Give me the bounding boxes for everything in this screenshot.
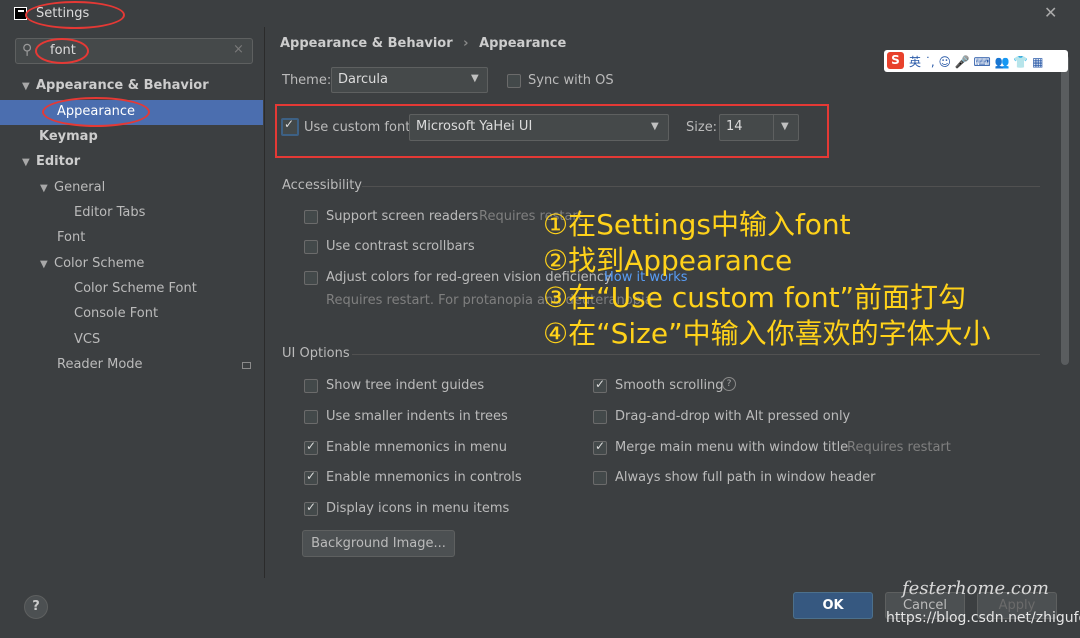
sidebar-item-general[interactable]: ▼ General bbox=[40, 180, 105, 195]
drag-drop-alt-label: Drag-and-drop with Alt pressed only bbox=[615, 409, 851, 424]
icons-menu-items-label: Display icons in menu items bbox=[326, 501, 510, 516]
full-path-header-checkbox[interactable] bbox=[593, 471, 607, 485]
ime-logo-icon: S bbox=[887, 52, 904, 69]
icons-menu-items-checkbox[interactable] bbox=[304, 500, 318, 516]
sidebar-item-keymap[interactable]: Keymap bbox=[39, 129, 98, 144]
contrast-scrollbars-checkbox[interactable] bbox=[304, 240, 318, 254]
mnemonics-menu-label: Enable mnemonics in menu bbox=[326, 440, 507, 455]
smooth-scrolling-label: Smooth scrolling bbox=[615, 378, 724, 393]
full-path-header-label: Always show full path in window header bbox=[615, 470, 876, 485]
smaller-indents-label: Use smaller indents in trees bbox=[326, 409, 508, 424]
annotation-step-1: ①在Settings中输入font bbox=[543, 208, 851, 241]
project-settings-icon bbox=[242, 362, 251, 369]
sync-os-label: Sync with OS bbox=[528, 73, 614, 88]
highlight-box-font bbox=[275, 104, 829, 158]
smaller-indents-checkbox[interactable] bbox=[304, 410, 318, 424]
theme-value: Darcula bbox=[338, 72, 389, 87]
drag-drop-alt-checkbox[interactable] bbox=[593, 410, 607, 424]
mnemonics-menu-checkbox[interactable] bbox=[304, 439, 318, 455]
sidebar-item-font[interactable]: Font bbox=[57, 230, 85, 245]
adjust-colors-checkbox[interactable] bbox=[304, 271, 318, 285]
sidebar-item-color-scheme-font[interactable]: Color Scheme Font bbox=[74, 281, 197, 296]
chevron-down-icon: ▼ bbox=[471, 73, 479, 84]
help-button[interactable]: ? bbox=[24, 595, 48, 619]
accessibility-section-title: Accessibility bbox=[282, 178, 362, 193]
mnemonics-controls-label: Enable mnemonics in controls bbox=[326, 470, 522, 485]
close-icon[interactable]: ✕ bbox=[1044, 3, 1057, 22]
breadcrumb-separator: › bbox=[463, 36, 469, 51]
sidebar-item-appearance-behavior[interactable]: ▼ Appearance & Behavior bbox=[22, 78, 209, 93]
merge-main-menu-checkbox[interactable] bbox=[593, 439, 607, 455]
ui-options-section-title: UI Options bbox=[282, 346, 350, 361]
chevron-down-icon: ▼ bbox=[22, 157, 30, 168]
clear-search-icon[interactable]: × bbox=[233, 42, 244, 57]
theme-label: Theme: bbox=[282, 73, 332, 88]
ok-button[interactable]: OK bbox=[793, 592, 873, 619]
watermark-url: https://blog.csdn.net/zhigufgu bbox=[886, 610, 1080, 626]
merge-main-menu-hint: Requires restart bbox=[847, 440, 951, 455]
sidebar-item-editor[interactable]: ▼ Editor bbox=[22, 154, 80, 169]
annotation-step-4: ④在“Size”中输入你喜欢的字体大小 bbox=[543, 317, 991, 350]
highlight-ellipse-search bbox=[35, 38, 89, 64]
screen-readers-checkbox[interactable] bbox=[304, 210, 318, 224]
watermark-handwritten: festerhome.com bbox=[902, 578, 1049, 599]
sidebar-item-console-font[interactable]: Console Font bbox=[74, 306, 158, 321]
sidebar-item-color-scheme[interactable]: ▼ Color Scheme bbox=[40, 256, 144, 271]
annotation-step-2: ②找到Appearance bbox=[543, 244, 793, 277]
sidebar-item-vcs[interactable]: VCS bbox=[74, 332, 100, 347]
sidebar-item-editor-tabs[interactable]: Editor Tabs bbox=[74, 205, 145, 220]
chevron-down-icon: ▼ bbox=[40, 183, 48, 194]
chevron-down-icon: ▼ bbox=[22, 81, 30, 92]
highlight-ellipse-appearance bbox=[42, 97, 150, 127]
theme-select[interactable]: Darcula ▼ bbox=[331, 67, 488, 93]
scrollbar[interactable] bbox=[1061, 55, 1069, 365]
breadcrumb-parent[interactable]: Appearance & Behavior bbox=[280, 36, 453, 51]
mnemonics-controls-checkbox[interactable] bbox=[304, 469, 318, 485]
background-image-button[interactable]: Background Image... bbox=[302, 530, 455, 557]
tree-indent-guides-label: Show tree indent guides bbox=[326, 378, 485, 393]
screen-readers-label: Support screen readers bbox=[326, 209, 479, 224]
contrast-scrollbars-label: Use contrast scrollbars bbox=[326, 239, 475, 254]
tree-indent-guides-checkbox[interactable] bbox=[304, 379, 318, 393]
sidebar-item-reader-mode[interactable]: Reader Mode bbox=[57, 357, 143, 372]
ime-toolbar[interactable]: S 英 ˙, ☺ 🎤 ⌨ 👥 👕 ▦ bbox=[884, 50, 1068, 72]
sync-os-checkbox[interactable] bbox=[507, 74, 521, 88]
annotation-step-3: ③在“Use custom font”前面打勾 bbox=[543, 281, 967, 314]
breadcrumb-current: Appearance bbox=[479, 36, 567, 51]
title-bar: Settings ✕ bbox=[0, 0, 1080, 27]
ime-toolbar-icons: 英 ˙, ☺ 🎤 ⌨ 👥 👕 ▦ bbox=[909, 55, 1044, 69]
search-icon: ⚲ bbox=[22, 42, 33, 58]
chevron-down-icon: ▼ bbox=[40, 259, 48, 270]
breadcrumb: Appearance & Behavior › Appearance bbox=[280, 36, 566, 51]
smooth-scrolling-checkbox[interactable] bbox=[593, 377, 607, 393]
highlight-ellipse-title bbox=[25, 1, 125, 29]
merge-main-menu-label: Merge main menu with window title bbox=[615, 440, 849, 455]
help-icon[interactable]: ? bbox=[722, 377, 736, 391]
